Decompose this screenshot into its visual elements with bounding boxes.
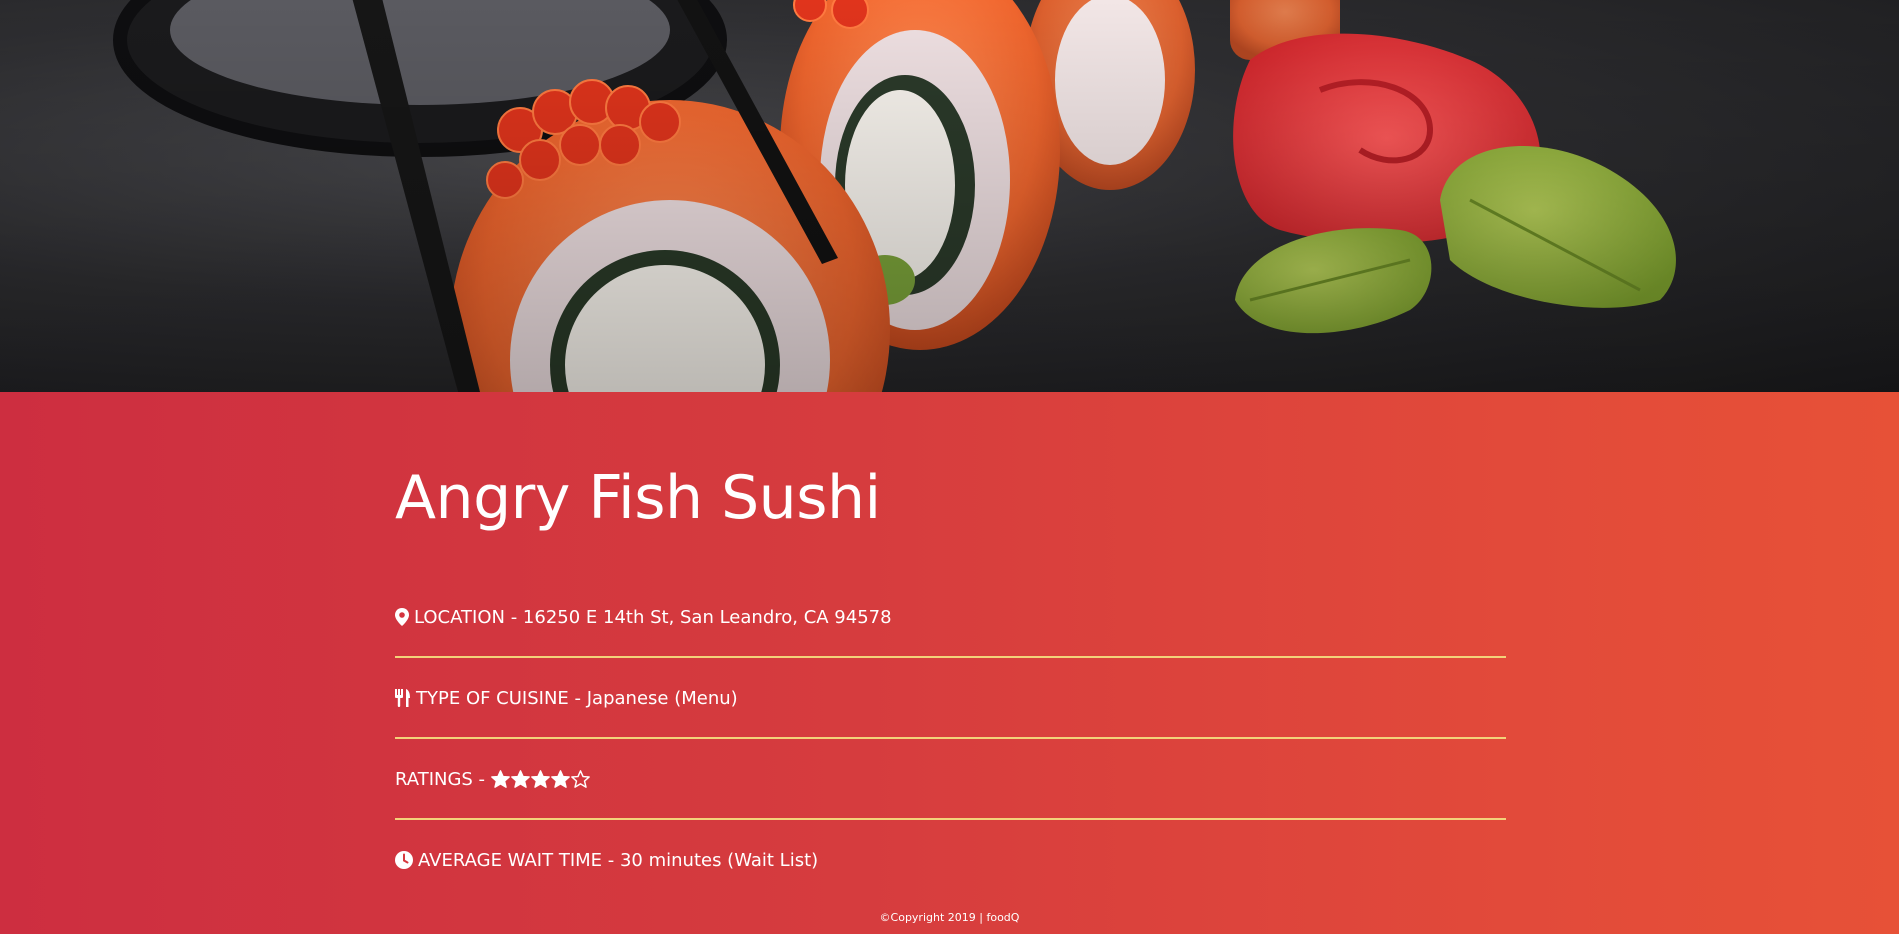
menu-link[interactable]: Menu [681, 688, 730, 709]
hero-image [0, 0, 1899, 392]
star-outline-icon [571, 770, 590, 788]
wait-time-suffix: ) [811, 849, 819, 871]
restaurant-name: Angry Fish Sushi [395, 463, 881, 533]
cuisine-suffix: ) [730, 687, 738, 709]
restaurant-info-panel: Angry Fish Sushi LOCATION - 16250 E 14th… [0, 392, 1899, 934]
sushi-photo [0, 0, 1899, 392]
star-icon [511, 770, 530, 788]
cuisine-row: TYPE OF CUISINE - Japanese ( Menu ) [395, 683, 1506, 713]
ratings-row: RATINGS - [395, 764, 1506, 794]
ratings-label: RATINGS - [395, 768, 486, 790]
divider [395, 656, 1506, 658]
star-icon [531, 770, 550, 788]
cuisine-text: TYPE OF CUISINE - Japanese ( [416, 687, 682, 709]
wait-time-text: AVERAGE WAIT TIME - 30 minutes ( [418, 849, 735, 871]
wait-time-row: AVERAGE WAIT TIME - 30 minutes ( Wait Li… [395, 845, 1506, 875]
star-icon [491, 770, 510, 788]
clock-icon [395, 851, 413, 869]
star-icon [551, 770, 570, 788]
divider [395, 818, 1506, 820]
copyright-footer: ©Copyright 2019 | foodQ [879, 911, 1020, 924]
divider [395, 737, 1506, 739]
wait-list-link[interactable]: Wait List [734, 850, 811, 871]
utensils-icon [395, 689, 411, 707]
map-marker-icon [395, 608, 409, 626]
location-text: LOCATION - 16250 E 14th St, San Leandro,… [414, 606, 892, 628]
location-row: LOCATION - 16250 E 14th St, San Leandro,… [395, 602, 1506, 632]
star-rating [491, 770, 591, 788]
